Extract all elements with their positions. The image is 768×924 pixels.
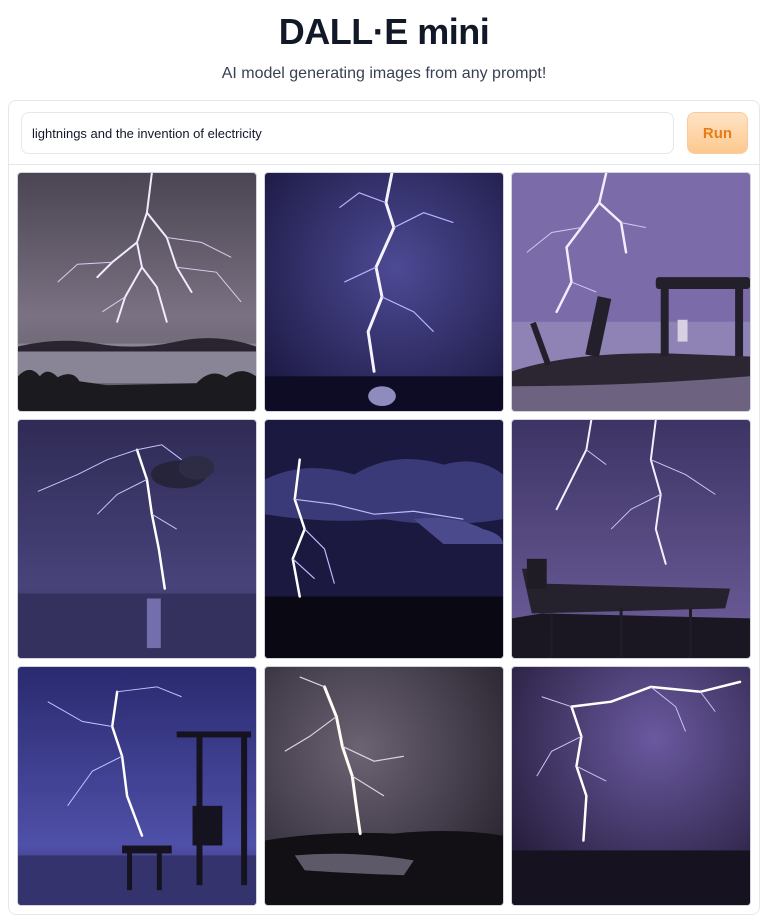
generated-image-5[interactable]	[264, 419, 504, 659]
generated-image-4[interactable]	[17, 419, 257, 659]
generated-image-7[interactable]	[17, 666, 257, 906]
generated-image-2[interactable]	[264, 172, 504, 412]
prompt-input[interactable]	[21, 112, 674, 154]
lightning-storm-clouds-image	[265, 420, 503, 658]
lightning-dock-crane-image	[18, 667, 256, 905]
lightning-lake-trees-image	[18, 173, 256, 411]
page-title: DALL·E mini	[278, 11, 490, 52]
lightning-purple-sky-image	[512, 667, 750, 905]
generated-image-9[interactable]	[511, 666, 751, 906]
app-page: DALL·E mini AI model generating images f…	[0, 0, 768, 924]
lightning-machinery-image	[512, 173, 750, 411]
page-subtitle: AI model generating images from any prom…	[221, 65, 547, 82]
generator-panel: Run	[8, 100, 760, 915]
lightning-boat-image	[512, 420, 750, 658]
lightning-bolt-water-image	[265, 173, 503, 411]
generated-image-3[interactable]	[511, 172, 751, 412]
generated-image-1[interactable]	[17, 172, 257, 412]
image-gallery	[17, 172, 752, 907]
run-button[interactable]: Run	[687, 112, 748, 154]
lightning-sea-cloud-image	[18, 420, 256, 658]
generated-image-8[interactable]	[264, 666, 504, 906]
lightning-dark-water-image	[265, 667, 503, 905]
generated-image-6[interactable]	[511, 419, 751, 659]
prompt-row: Run	[9, 101, 759, 165]
